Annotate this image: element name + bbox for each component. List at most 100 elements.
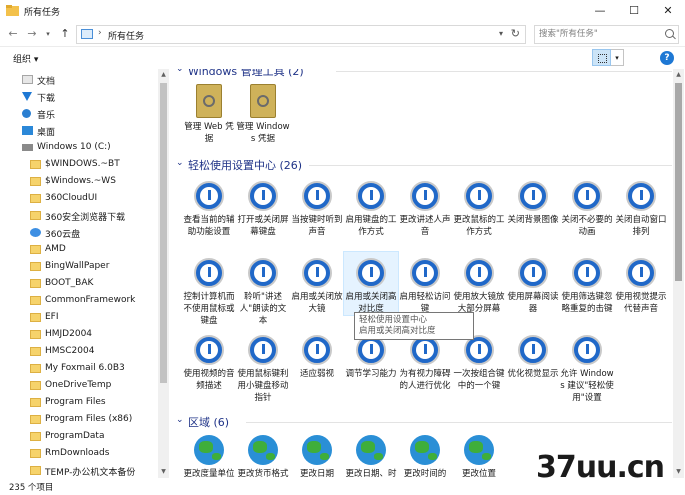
nav-item[interactable]: HMJD2004 <box>0 326 158 343</box>
nav-item[interactable]: $WINDOWS.~BT <box>0 156 158 173</box>
address-field[interactable]: › 所有任务 ▾ ↻ <box>76 25 526 44</box>
collapse-chevron-icon[interactable]: ⌄ <box>176 415 184 425</box>
task-item[interactable]: 关闭背景图像 <box>506 175 560 226</box>
group-header[interactable]: ⌄ Windows 管理工具 (2) <box>172 69 672 79</box>
task-item[interactable]: 打开或关闭屏幕键盘 <box>236 175 290 238</box>
nav-item-label: 文档 <box>37 77 56 87</box>
nav-item[interactable]: AMD <box>0 241 158 258</box>
scroll-up-icon[interactable]: ▲ <box>158 69 169 81</box>
task-item[interactable]: 管理 Web 凭据 <box>182 80 236 145</box>
task-item[interactable]: 控制计算机而不使用鼠标或键盘 <box>182 252 236 327</box>
nav-item[interactable]: RmDownloads <box>0 445 158 462</box>
task-item[interactable]: 使用视频的音频描述 <box>182 329 236 392</box>
help-icon[interactable]: ? <box>660 51 674 65</box>
recent-locations-dropdown[interactable]: ▾ <box>41 26 55 42</box>
up-button[interactable]: ↑ <box>58 26 72 42</box>
group-header[interactable]: ⌄ 区域 (6) <box>172 414 672 430</box>
nav-item[interactable]: My Foxmail 6.0B3 <box>0 360 158 377</box>
task-item[interactable]: 使用屏幕阅读器 <box>506 252 560 315</box>
nav-item[interactable]: 文档 <box>0 71 158 88</box>
minimize-button[interactable]: — <box>583 0 617 22</box>
back-button[interactable]: ← <box>6 26 20 42</box>
collapse-chevron-icon[interactable]: ⌄ <box>176 158 184 168</box>
content-scrollbar[interactable]: ▲ ▼ <box>673 69 684 478</box>
accessibility-icon <box>356 181 386 211</box>
nav-item-label: My Foxmail 6.0B3 <box>45 363 125 373</box>
task-item[interactable]: 使用放大镜放大部分屏幕 <box>452 252 506 315</box>
task-item[interactable]: 启用或关闭放大镜 <box>290 252 344 315</box>
item-count: 235 个项目 <box>9 483 54 493</box>
task-item[interactable]: 启用键盘的工作方式 <box>344 175 398 238</box>
nav-item[interactable]: HMSC2004 <box>0 343 158 360</box>
refresh-icon[interactable]: ↻ <box>511 27 520 40</box>
view-large-icons-button[interactable] <box>592 49 611 66</box>
task-item[interactable]: 聆听"讲述人"朗读的文本 <box>236 252 290 327</box>
task-item[interactable]: 启用轻松访问键 <box>398 252 452 315</box>
nav-item[interactable]: 下载 <box>0 88 158 105</box>
address-dropdown-icon[interactable]: ▾ <box>499 29 503 38</box>
breadcrumb-chevron-icon[interactable]: › <box>98 28 102 38</box>
nav-item[interactable]: BingWallPaper <box>0 258 158 275</box>
nav-item[interactable]: Windows 10 (C:) <box>0 139 158 156</box>
search-box[interactable] <box>534 25 679 44</box>
task-item[interactable]: 优化视觉显示 <box>506 329 560 380</box>
organize-button[interactable]: 组织 ▾ <box>13 52 38 65</box>
breadcrumb[interactable]: 所有任务 <box>108 29 144 42</box>
group-header[interactable]: ⌄ 轻松使用设置中心 (26) <box>172 157 672 173</box>
search-icon[interactable] <box>665 29 674 38</box>
scroll-down-icon[interactable]: ▼ <box>673 466 684 478</box>
task-item[interactable]: 关闭自动窗口排列 <box>614 175 668 238</box>
scroll-up-icon[interactable]: ▲ <box>673 69 684 81</box>
scrollbar-thumb[interactable] <box>160 83 167 383</box>
nav-item[interactable]: 360云盘 <box>0 224 158 241</box>
task-item[interactable]: 使用视觉提示代替声音 <box>614 252 668 315</box>
task-item[interactable]: 使用鼠标键利用小键盘移动指针 <box>236 329 290 404</box>
folder-icon <box>30 211 41 220</box>
nav-item[interactable]: Program Files <box>0 394 158 411</box>
folder-icon <box>30 313 41 322</box>
close-button[interactable]: ✕ <box>651 0 685 22</box>
task-item[interactable]: 更改位置 <box>452 429 506 478</box>
scroll-down-icon[interactable]: ▼ <box>158 466 169 478</box>
task-item[interactable]: 使用筛选键忽略重复的击键 <box>560 252 614 315</box>
nav-item[interactable]: 桌面 <box>0 122 158 139</box>
navigation-pane: 文档 下载音乐 桌面 Windows 10 (C:) $WINDOWS.~BT $Wind… <box>0 69 170 478</box>
nav-item[interactable]: TEMP-办公机文本备份 <box>0 462 158 478</box>
view-options-dropdown[interactable]: ▾ <box>611 49 624 66</box>
forward-button[interactable]: → <box>25 26 39 42</box>
task-item[interactable]: 更改讲述人声音 <box>398 175 452 238</box>
task-label: 更改货币格式 <box>237 469 289 478</box>
task-item[interactable]: 当按键时听到声音 <box>290 175 344 238</box>
task-item[interactable]: 关闭不必要的动画 <box>560 175 614 238</box>
task-item[interactable]: 更改日期、时间 <box>344 429 398 478</box>
task-item[interactable]: 允许 Windows 建议"轻松使用"设置 <box>560 329 614 404</box>
nav-item[interactable]: 360安全浏览器下载 <box>0 207 158 224</box>
accessibility-icon <box>518 258 548 288</box>
task-item[interactable]: 适应弱视 <box>290 329 344 380</box>
task-item[interactable]: 更改度量单位 <box>182 429 236 478</box>
task-item[interactable]: 管理 Windows 凭据 <box>236 80 290 145</box>
scrollbar-thumb[interactable] <box>675 83 682 281</box>
task-item[interactable]: 更改日期 <box>290 429 344 478</box>
search-input[interactable] <box>539 28 657 40</box>
task-item[interactable]: 更改货币格式 <box>236 429 290 478</box>
nav-item[interactable]: 音乐 <box>0 105 158 122</box>
maximize-button[interactable]: ☐ <box>617 0 651 22</box>
nav-item[interactable]: BOOT_BAK <box>0 275 158 292</box>
collapse-chevron-icon[interactable]: ⌄ <box>176 69 184 74</box>
nav-item[interactable]: Program Files (x86) <box>0 411 158 428</box>
task-item[interactable]: 查看当前的辅助功能设置 <box>182 175 236 238</box>
navigation-scrollbar[interactable]: ▲ ▼ <box>158 69 169 478</box>
nav-item[interactable]: 360CloudUI <box>0 190 158 207</box>
drive-icon <box>22 144 33 151</box>
task-item[interactable]: 启用或关闭高对比度 <box>343 251 399 316</box>
nav-item[interactable]: EFI <box>0 309 158 326</box>
nav-item-label: 360CloudUI <box>45 193 98 203</box>
nav-item-label: 音乐 <box>37 111 56 121</box>
task-item[interactable]: 更改时间的 <box>398 429 452 478</box>
task-item[interactable]: 更改鼠标的工作方式 <box>452 175 506 238</box>
nav-item[interactable]: $Windows.~WS <box>0 173 158 190</box>
nav-item[interactable]: CommonFramework <box>0 292 158 309</box>
nav-item[interactable]: OneDriveTemp <box>0 377 158 394</box>
nav-item[interactable]: ProgramData <box>0 428 158 445</box>
